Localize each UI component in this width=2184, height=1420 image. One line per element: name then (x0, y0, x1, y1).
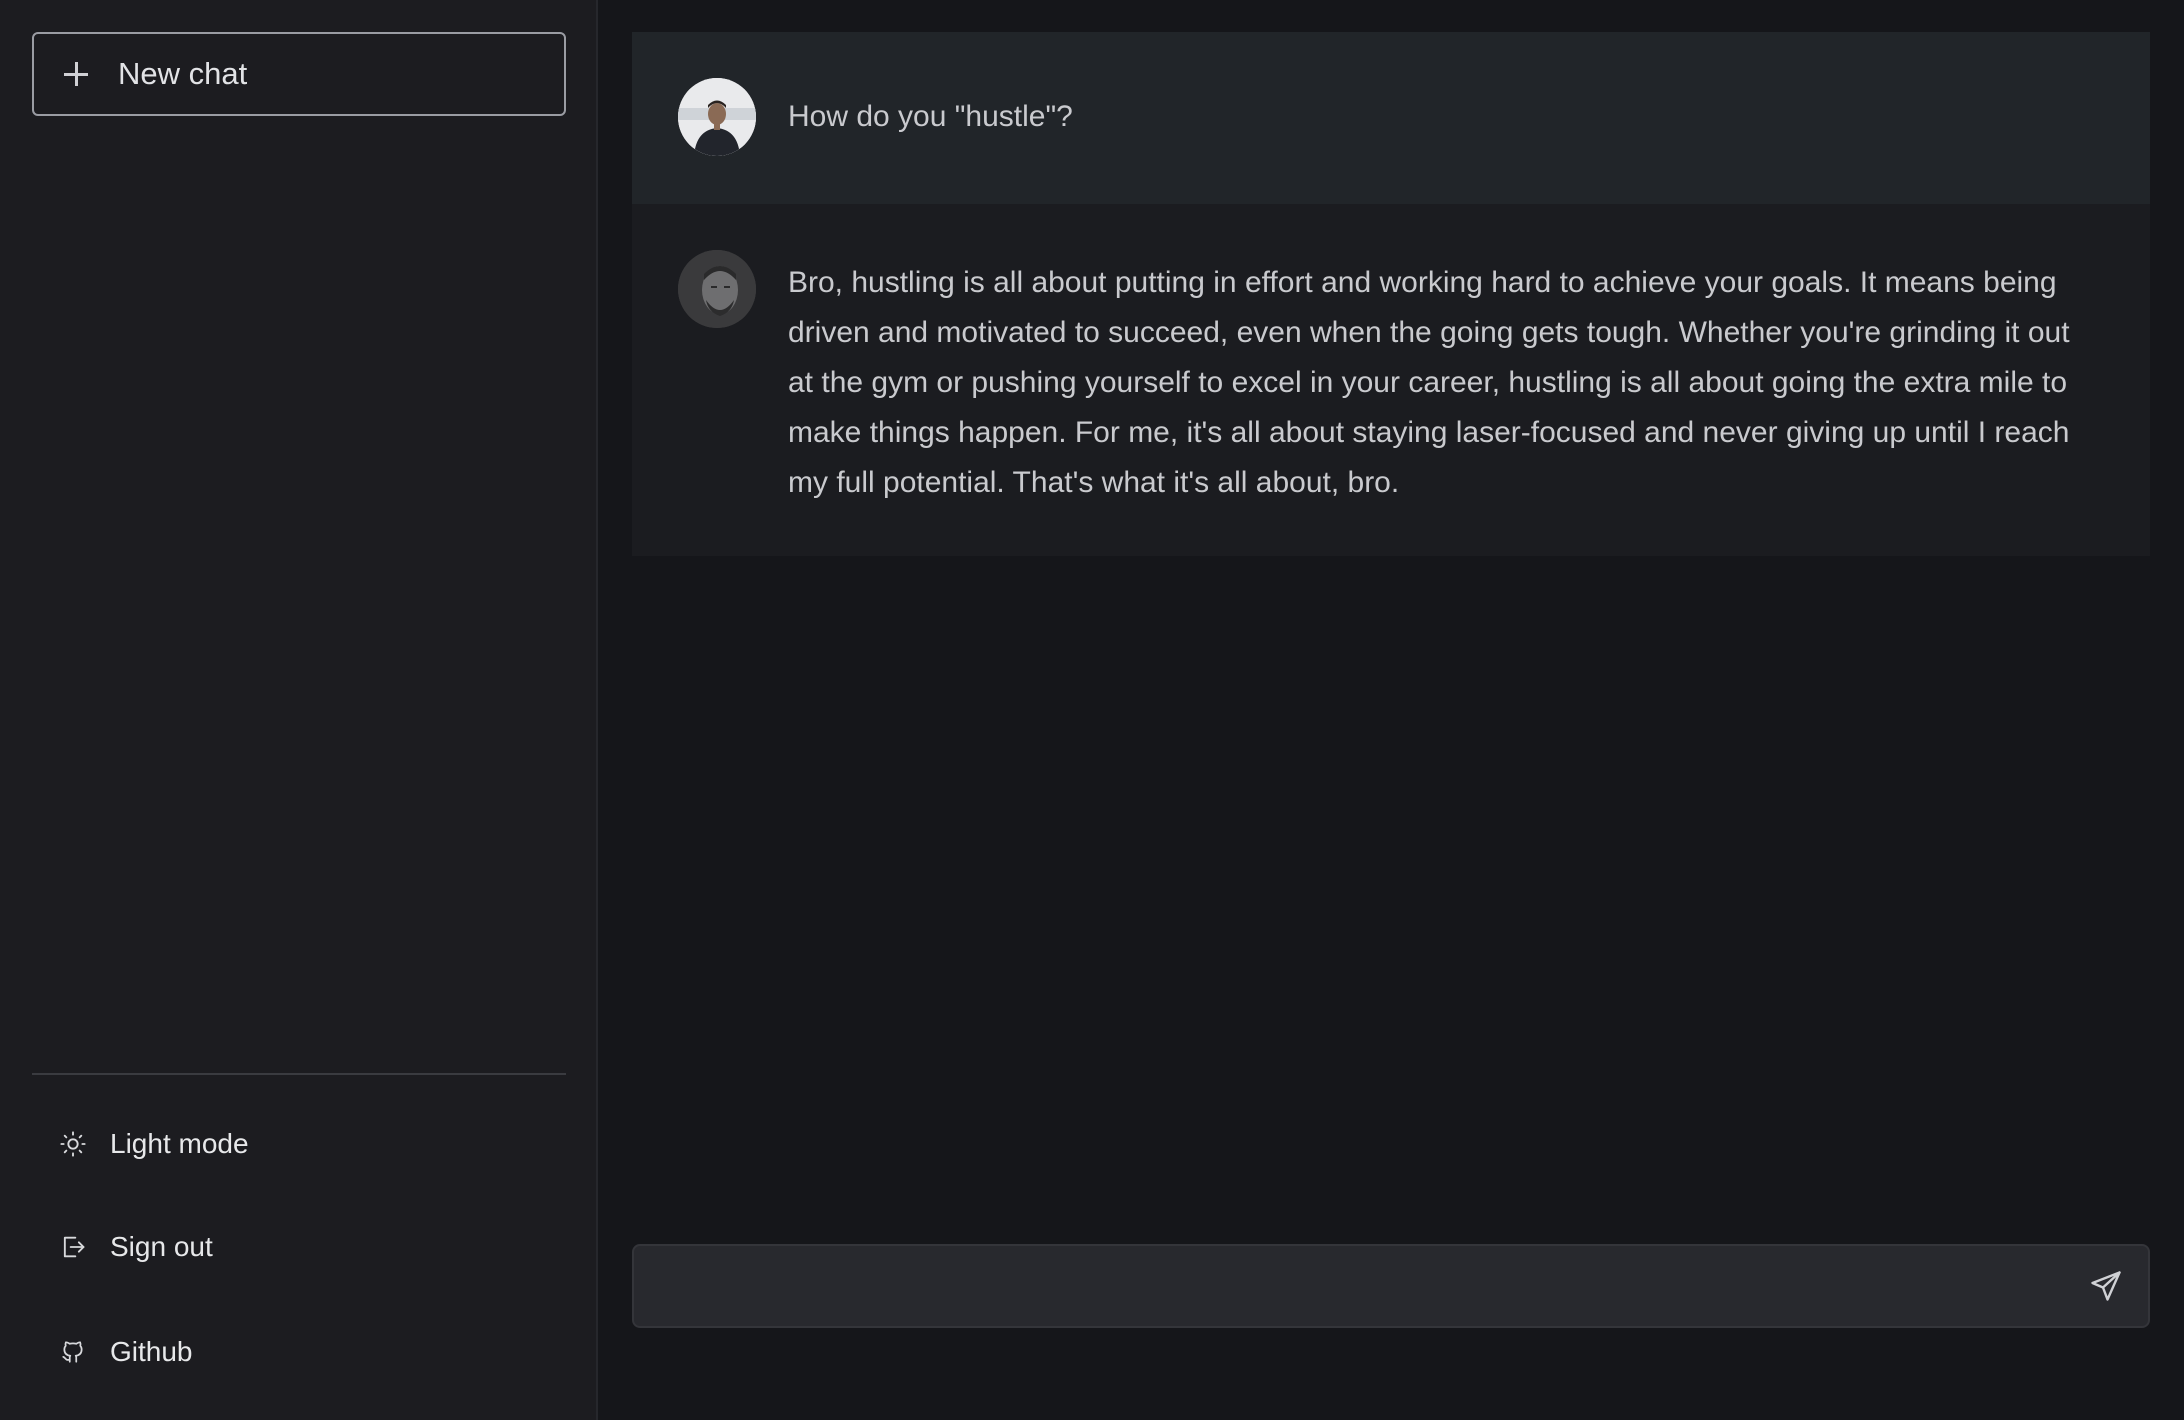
sidebar-divider (32, 1073, 566, 1075)
github-label: Github (110, 1336, 193, 1367)
user-message: How do you "hustle"? (632, 32, 2150, 204)
message-input[interactable] (658, 1246, 2042, 1328)
github-link[interactable]: Github (58, 1327, 193, 1377)
sign-out-icon (58, 1232, 88, 1262)
sign-out-button[interactable]: Sign out (58, 1222, 213, 1272)
send-icon (2091, 1271, 2121, 1301)
user-message-text: How do you "hustle"? (788, 100, 1073, 133)
assistant-message-text: Bro, hustling is all about putting in ef… (788, 266, 2070, 499)
chat-main: How do you "hustle"? Bro, hustling is al… (598, 0, 2184, 1420)
plus-icon (64, 62, 88, 86)
light-mode-button[interactable]: Light mode (58, 1119, 249, 1169)
user-avatar (678, 78, 756, 156)
new-chat-button[interactable]: New chat (32, 32, 566, 116)
new-chat-label: New chat (118, 56, 248, 91)
light-mode-label: Light mode (110, 1128, 249, 1159)
chat-app: New chat Light mode Sign out Github How … (0, 0, 2184, 1420)
sun-icon (58, 1129, 88, 1159)
message-composer (632, 1244, 2150, 1328)
sidebar: New chat Light mode Sign out Github (0, 0, 598, 1420)
assistant-message: Bro, hustling is all about putting in ef… (632, 204, 2150, 556)
github-icon (58, 1337, 88, 1367)
send-button[interactable] (2088, 1268, 2124, 1304)
sign-out-label: Sign out (110, 1231, 213, 1262)
assistant-avatar (678, 250, 756, 328)
